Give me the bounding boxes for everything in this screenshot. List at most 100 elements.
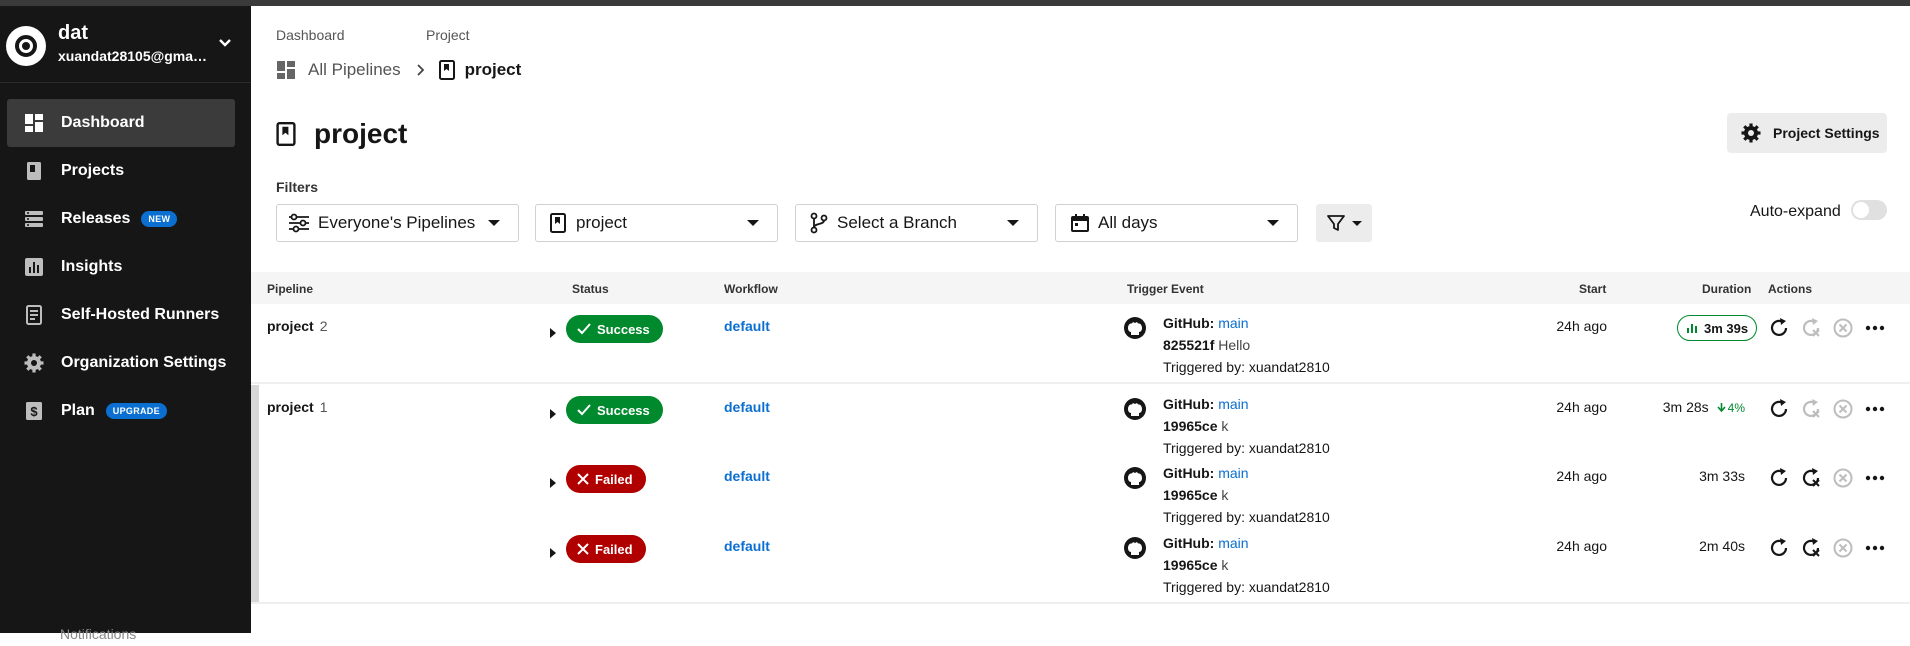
pipeline-name[interactable]: project 2	[267, 318, 327, 334]
expand-icon[interactable]	[550, 548, 556, 558]
funnel-icon	[1327, 215, 1345, 231]
header-trigger-event: Trigger Event	[1127, 282, 1204, 296]
project-settings-button[interactable]: Project Settings	[1727, 113, 1887, 153]
header-actions: Actions	[1768, 282, 1813, 296]
branch-link[interactable]: main	[1218, 465, 1248, 481]
days-filter-dropdown[interactable]: All days	[1055, 204, 1298, 242]
pipeline-number: 1	[319, 399, 328, 415]
sidebar-item-projects[interactable]: Projects	[7, 147, 235, 195]
sidebar: dat xuandat28105@gmai... Dashboard Proje…	[0, 6, 251, 642]
row-actions	[1766, 535, 1894, 561]
table-row[interactable]: project 1 Success default GitHub: main 19…	[251, 385, 1910, 456]
workflow-link[interactable]: default	[724, 318, 770, 334]
filters-label: Filters	[276, 179, 319, 195]
duration-badge[interactable]: 3m 39s	[1677, 315, 1758, 341]
branch-link[interactable]: main	[1218, 535, 1248, 551]
chevron-right-icon	[416, 64, 424, 76]
breadcrumb-all-pipelines[interactable]: All Pipelines	[308, 60, 401, 80]
pipeline-label: project	[267, 399, 314, 415]
trigger-event: GitHub: main 825521f Hello Triggered by:…	[1163, 312, 1330, 378]
org-switcher[interactable]: dat xuandat28105@gmai...	[0, 6, 251, 83]
workflow-link[interactable]: default	[724, 399, 770, 415]
pipelines-filter-dropdown[interactable]: Everyone's Pipelines	[276, 204, 519, 242]
expand-icon[interactable]	[550, 409, 556, 419]
status-badge[interactable]: Success	[566, 315, 663, 343]
sidebar-item-releases[interactable]: Releases NEW	[7, 195, 235, 243]
start-time: 24h ago	[1556, 538, 1607, 554]
workflow-link[interactable]: default	[724, 538, 770, 554]
table-row[interactable]: Failed default GitHub: main 19965ce k Tr…	[251, 524, 1910, 595]
header-status: Status	[572, 282, 609, 296]
row-actions	[1766, 315, 1894, 341]
breadcrumb-project[interactable]: project	[465, 60, 522, 80]
rerun-icon[interactable]	[1766, 535, 1792, 561]
rerun-failed-icon[interactable]	[1798, 535, 1824, 561]
sidebar-item-label: Releases	[61, 210, 131, 227]
status-badge[interactable]: Failed	[566, 465, 646, 493]
sidebar-item-notifications[interactable]: Notifications	[22, 626, 222, 646]
more-icon[interactable]	[1862, 396, 1888, 422]
sidebar-item-runners[interactable]: Self-Hosted Runners	[7, 291, 235, 339]
arrow-down-icon	[1717, 403, 1726, 413]
commit-hash[interactable]: 19965ce	[1163, 557, 1218, 573]
sidebar-item-dashboard[interactable]: Dashboard	[7, 99, 235, 147]
sidebar-item-label: Self-Hosted Runners	[61, 306, 220, 323]
auto-expand-toggle[interactable]	[1851, 200, 1887, 220]
sidebar-item-plan[interactable]: $ Plan UPGRADE	[7, 387, 235, 435]
caret-down-icon	[1267, 220, 1279, 226]
row-actions	[1766, 465, 1894, 491]
sidebar-item-label: Organization Settings	[61, 354, 227, 371]
rerun-failed-icon[interactable]	[1798, 396, 1824, 422]
dashboard-icon	[277, 61, 295, 79]
commit-hash[interactable]: 825521f	[1163, 337, 1214, 353]
cancel-icon[interactable]	[1830, 535, 1856, 561]
github-icon	[1124, 537, 1146, 559]
sidebar-item-org-settings[interactable]: Organization Settings	[7, 339, 235, 387]
advanced-filter-button[interactable]	[1316, 204, 1372, 242]
sidebar-item-insights[interactable]: Insights	[7, 243, 235, 291]
duration: 2m 40s	[1635, 538, 1745, 554]
chevron-down-icon[interactable]	[218, 38, 232, 48]
expand-icon[interactable]	[550, 478, 556, 488]
github-icon	[1124, 467, 1146, 489]
rerun-icon[interactable]	[1766, 396, 1792, 422]
rerun-icon[interactable]	[1766, 465, 1792, 491]
rerun-failed-icon[interactable]	[1798, 465, 1824, 491]
start-time: 24h ago	[1556, 318, 1607, 334]
more-icon[interactable]	[1862, 535, 1888, 561]
project-filter-value: project	[576, 213, 628, 232]
more-icon[interactable]	[1862, 315, 1888, 341]
header-start: Start	[1579, 282, 1607, 296]
project-filter-dropdown[interactable]: project	[535, 204, 778, 242]
gear-icon	[1741, 123, 1761, 143]
gear-icon	[24, 353, 44, 373]
header-duration: Duration	[1702, 282, 1752, 296]
pipeline-name[interactable]: project 1	[267, 399, 327, 415]
expand-icon[interactable]	[550, 328, 556, 338]
bar-chart-icon	[1687, 324, 1697, 333]
table-row[interactable]: Failed default GitHub: main 19965ce k Tr…	[251, 454, 1910, 525]
status-badge[interactable]: Success	[566, 396, 663, 424]
cancel-icon[interactable]	[1830, 315, 1856, 341]
cancel-icon[interactable]	[1830, 465, 1856, 491]
rerun-icon[interactable]	[1766, 315, 1792, 341]
releases-icon	[24, 209, 44, 229]
trigger-source: GitHub:	[1163, 535, 1215, 551]
branch-link[interactable]: main	[1218, 396, 1248, 412]
insights-icon	[24, 257, 44, 277]
commit-hash[interactable]: 19965ce	[1163, 487, 1218, 503]
commit-hash[interactable]: 19965ce	[1163, 418, 1218, 434]
more-icon[interactable]	[1862, 465, 1888, 491]
group-divider	[251, 602, 1910, 604]
trigger-source: GitHub:	[1163, 396, 1215, 412]
org-email: xuandat28105@gmai...	[58, 48, 208, 64]
branch-link[interactable]: main	[1218, 315, 1248, 331]
table-row[interactable]: project 2 Success default GitHub: main 82…	[251, 304, 1910, 375]
upgrade-badge[interactable]: UPGRADE	[105, 403, 167, 419]
branch-filter-dropdown[interactable]: Select a Branch	[795, 204, 1038, 242]
cancel-icon[interactable]	[1830, 396, 1856, 422]
workflow-link[interactable]: default	[724, 468, 770, 484]
rerun-failed-icon[interactable]	[1798, 315, 1824, 341]
new-badge: NEW	[141, 211, 178, 227]
status-badge[interactable]: Failed	[566, 535, 646, 563]
